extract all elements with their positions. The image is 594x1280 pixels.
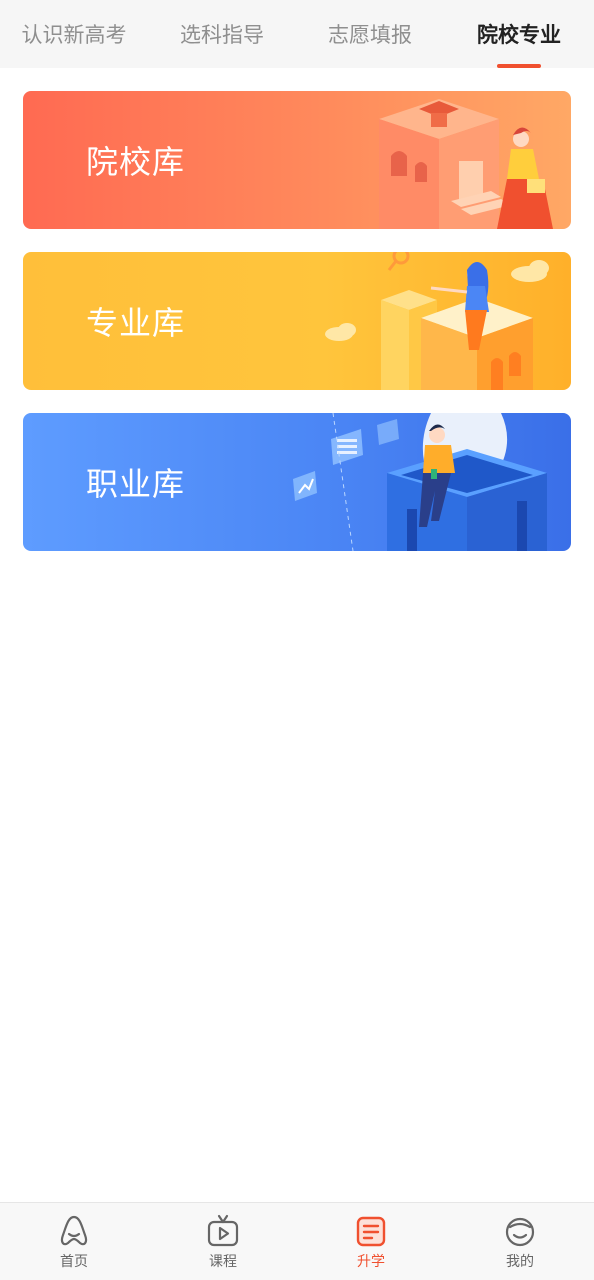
tab-label: 认识新高考 xyxy=(21,23,127,47)
nav-label: 升学 xyxy=(357,1254,385,1270)
bottom-navigation: 首页 课程 升学 我的 xyxy=(0,1202,594,1280)
tab-new-gaokao[interactable]: 认识新高考 xyxy=(0,0,148,68)
person-sitting-on-blocks-icon xyxy=(325,252,549,390)
career-library-card[interactable]: 职业库 xyxy=(23,413,571,551)
home-icon xyxy=(60,1215,88,1246)
major-library-card[interactable]: 专业库 xyxy=(23,252,571,390)
card-title: 专业库 xyxy=(86,304,186,342)
nav-profile[interactable]: 我的 xyxy=(446,1203,594,1280)
smiley-face-icon xyxy=(505,1217,535,1247)
nav-label: 课程 xyxy=(209,1254,237,1270)
nav-label: 我的 xyxy=(506,1254,534,1270)
nav-admission[interactable]: 升学 xyxy=(297,1203,445,1280)
card-title: 职业库 xyxy=(86,465,186,503)
tab-label: 志愿填报 xyxy=(328,23,412,47)
card-title: 院校库 xyxy=(86,143,186,181)
nav-home[interactable]: 首页 xyxy=(0,1203,148,1280)
tab-subject-selection[interactable]: 选科指导 xyxy=(148,0,296,68)
nav-courses[interactable]: 课程 xyxy=(149,1203,297,1280)
school-library-card[interactable]: 院校库 xyxy=(23,91,571,229)
tab-label: 院校专业 xyxy=(477,23,561,47)
school-building-graduate-icon xyxy=(379,99,553,229)
tv-play-icon xyxy=(207,1214,239,1247)
nav-label: 首页 xyxy=(60,1254,88,1270)
person-sitting-on-box-with-charts-icon xyxy=(293,413,547,551)
tab-application-filling[interactable]: 志愿填报 xyxy=(296,0,444,68)
active-tab-indicator xyxy=(497,64,541,68)
tab-label: 选科指导 xyxy=(180,23,264,47)
top-tab-bar: 认识新高考 选科指导 志愿填报 院校专业 xyxy=(0,0,594,68)
tab-schools-majors[interactable]: 院校专业 xyxy=(445,0,593,68)
document-list-icon xyxy=(356,1216,386,1247)
